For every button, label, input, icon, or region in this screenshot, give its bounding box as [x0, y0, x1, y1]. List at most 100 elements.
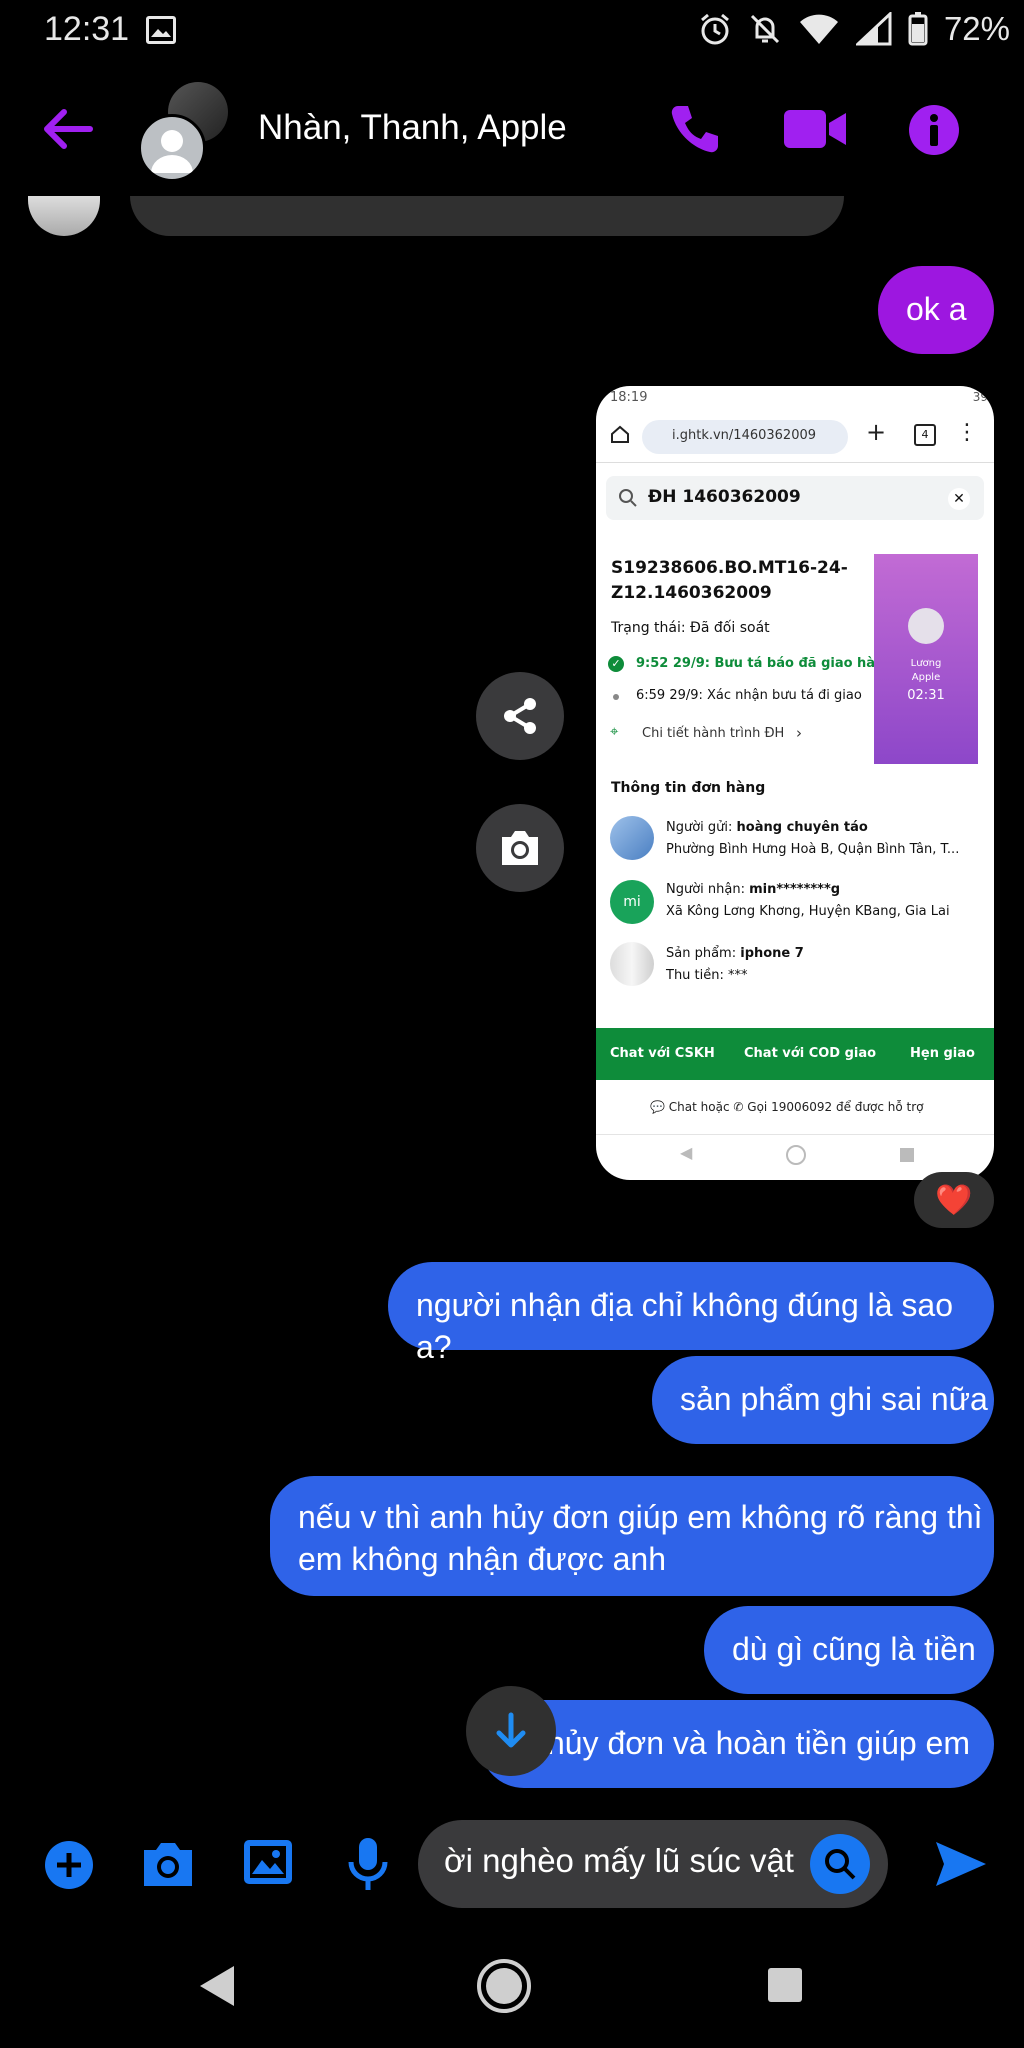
- receiver-name: min********g: [749, 882, 841, 897]
- receiver-address: Xã Kông Lơng Khơng, Huyện KBang, Gia Lai: [666, 904, 950, 919]
- receiver-label: Người nhận:: [666, 882, 745, 897]
- caller-name-1: Lương: [910, 658, 942, 669]
- share-icon: [504, 698, 536, 734]
- scroll-to-bottom-button[interactable]: [466, 1686, 556, 1776]
- outgoing-message[interactable]: ok a: [878, 266, 994, 354]
- screenshot-status-time: 18:19: [610, 390, 648, 405]
- info-icon: [909, 105, 959, 155]
- save-photo-button[interactable]: [476, 804, 564, 892]
- section-title: Thông tin đơn hàng: [611, 780, 766, 796]
- outgoing-message[interactable]: dù gì cũng là tiền: [704, 1606, 994, 1694]
- back-arrow-icon: [44, 109, 93, 149]
- message-text: dù gì cũng là tiền: [732, 1631, 976, 1667]
- product-line: Sản phẩm: iphone 7: [666, 946, 804, 961]
- caller-avatar: [908, 608, 944, 644]
- support-chat[interactable]: Chat: [669, 1100, 697, 1114]
- message-text-line2: em không nhận được anh: [298, 1541, 666, 1577]
- tab-count[interactable]: 4: [914, 424, 936, 446]
- conversation-title[interactable]: Nhàn, Thanh, Apple: [258, 108, 567, 148]
- outgoing-message[interactable]: sản phẩm ghi sai nữa: [652, 1356, 994, 1444]
- product-thumbnail: [610, 942, 654, 986]
- screenshot-battery: 39: [972, 390, 988, 404]
- search-icon: [619, 489, 637, 507]
- journey-detail-link[interactable]: Chi tiết hành trình ĐH: [642, 726, 784, 741]
- signal-icon: [855, 12, 892, 46]
- chat-cskh-button[interactable]: Chat với CSKH: [610, 1046, 715, 1061]
- share-button[interactable]: [476, 672, 564, 760]
- order-search-text: ĐH 1460362009: [648, 487, 801, 507]
- clear-search-button[interactable]: ✕: [948, 488, 970, 510]
- video-icon: [784, 110, 846, 148]
- outgoing-message[interactable]: người nhận địa chỉ không đúng là sao a?: [388, 1262, 994, 1365]
- shared-screenshot[interactable]: 18:19 39 i.ghtk.vn/1460362009 + 4 ⋮ ĐH 1…: [596, 386, 994, 1180]
- mic-icon: [348, 1838, 388, 1890]
- receiver-line: Người nhận: min********g: [666, 882, 840, 897]
- order-code-line2: Z12.1460362009: [611, 583, 772, 603]
- new-tab-icon[interactable]: +: [866, 418, 886, 446]
- video-call-button[interactable]: [784, 108, 846, 155]
- support-call[interactable]: Gọi 19006092: [747, 1100, 832, 1114]
- support-or: hoặc: [700, 1100, 730, 1114]
- call-overlay[interactable]: Lương Apple 02:31: [874, 554, 978, 764]
- menu-icon[interactable]: ⋮: [956, 420, 978, 445]
- call-duration: 02:31: [907, 688, 945, 703]
- check-icon: ✓: [608, 656, 624, 672]
- message-composer[interactable]: ời nghèo mấy lũ súc vật: [418, 1820, 888, 1908]
- incoming-bubble-cut: [130, 196, 844, 236]
- arrow-down-icon: [496, 1712, 526, 1748]
- url-text: i.ghtk.vn/1460362009: [672, 428, 817, 443]
- camera-icon: [144, 1843, 192, 1886]
- phone-icon: [671, 106, 718, 153]
- nav-home-button[interactable]: [476, 1958, 532, 2019]
- more-actions-button[interactable]: [44, 1840, 94, 1895]
- group-avatar[interactable]: [138, 82, 238, 182]
- message-text: sản phẩm ghi sai nữa: [680, 1381, 988, 1417]
- camera-button[interactable]: [140, 1840, 196, 1893]
- alarm-icon: [700, 13, 729, 45]
- send-icon: [936, 1842, 986, 1886]
- nav-back-icon: [200, 1966, 234, 2006]
- search-icon: [825, 1849, 856, 1880]
- nav-recents-icon: [768, 1968, 802, 2002]
- nav-back-small: ◀: [680, 1143, 693, 1162]
- battery-percent: 72%: [943, 10, 1010, 47]
- sender-label: Người gửi:: [666, 820, 733, 835]
- info-button[interactable]: [908, 104, 960, 161]
- message-text: người nhận địa chỉ không đúng là sao a?: [416, 1287, 954, 1365]
- support-line: 💬 Chat hoặc ✆ Gọi 19006092 để được hỗ tr…: [650, 1100, 924, 1114]
- status-time: 12:31: [44, 10, 130, 48]
- chat-cod-button[interactable]: Chat với COD giao: [744, 1046, 876, 1061]
- chevron-right-icon: ›: [796, 724, 802, 742]
- reaction-badge[interactable]: ❤️: [914, 1172, 994, 1228]
- order-status: Trạng thái: Đã đối soát: [611, 620, 770, 636]
- sender-name: hoàng chuyên táo: [736, 820, 868, 835]
- heart-reaction: ❤️: [935, 1183, 973, 1217]
- caller-name-2: Apple: [911, 672, 941, 683]
- receiver-avatar: mi: [610, 880, 654, 924]
- schedule-delivery-button[interactable]: Hẹn giao: [910, 1046, 975, 1061]
- message-text: hủy đơn và hoàn tiền giúp em: [546, 1725, 970, 1761]
- timeline-dot: [613, 694, 619, 700]
- search-button[interactable]: [810, 1834, 870, 1894]
- sender-line: Người gửi: hoàng chuyên táo: [666, 820, 868, 835]
- avatar-placeholder: [138, 114, 206, 182]
- status-icons: 72%: [698, 10, 1010, 48]
- send-button[interactable]: [934, 1840, 988, 1893]
- back-button[interactable]: [40, 104, 100, 154]
- outgoing-message[interactable]: nếu v thì anh hủy đơn giúp em không rõ r…: [270, 1476, 994, 1596]
- image-icon: [146, 16, 176, 44]
- composer-text[interactable]: ời nghèo mấy lũ súc vật: [444, 1842, 794, 1880]
- gallery-button[interactable]: [242, 1838, 294, 1891]
- sender-address: Phường Bình Hưng Hoà B, Quận Bình Tân, T…: [666, 842, 960, 857]
- sender-avatar: [610, 816, 654, 860]
- chat-bubble-icon: 💬: [650, 1100, 665, 1114]
- map-icon: ⌖: [610, 722, 619, 740]
- voice-button[interactable]: [348, 1836, 388, 1897]
- add-icon: [45, 1841, 93, 1889]
- nav-back-button[interactable]: [198, 1964, 236, 2013]
- incoming-avatar: [28, 196, 100, 236]
- call-button[interactable]: [668, 102, 722, 161]
- outgoing-message[interactable]: hủy đơn và hoàn tiền giúp em: [480, 1700, 994, 1788]
- nav-recents-button[interactable]: [766, 1966, 804, 2009]
- battery-icon: [908, 12, 928, 46]
